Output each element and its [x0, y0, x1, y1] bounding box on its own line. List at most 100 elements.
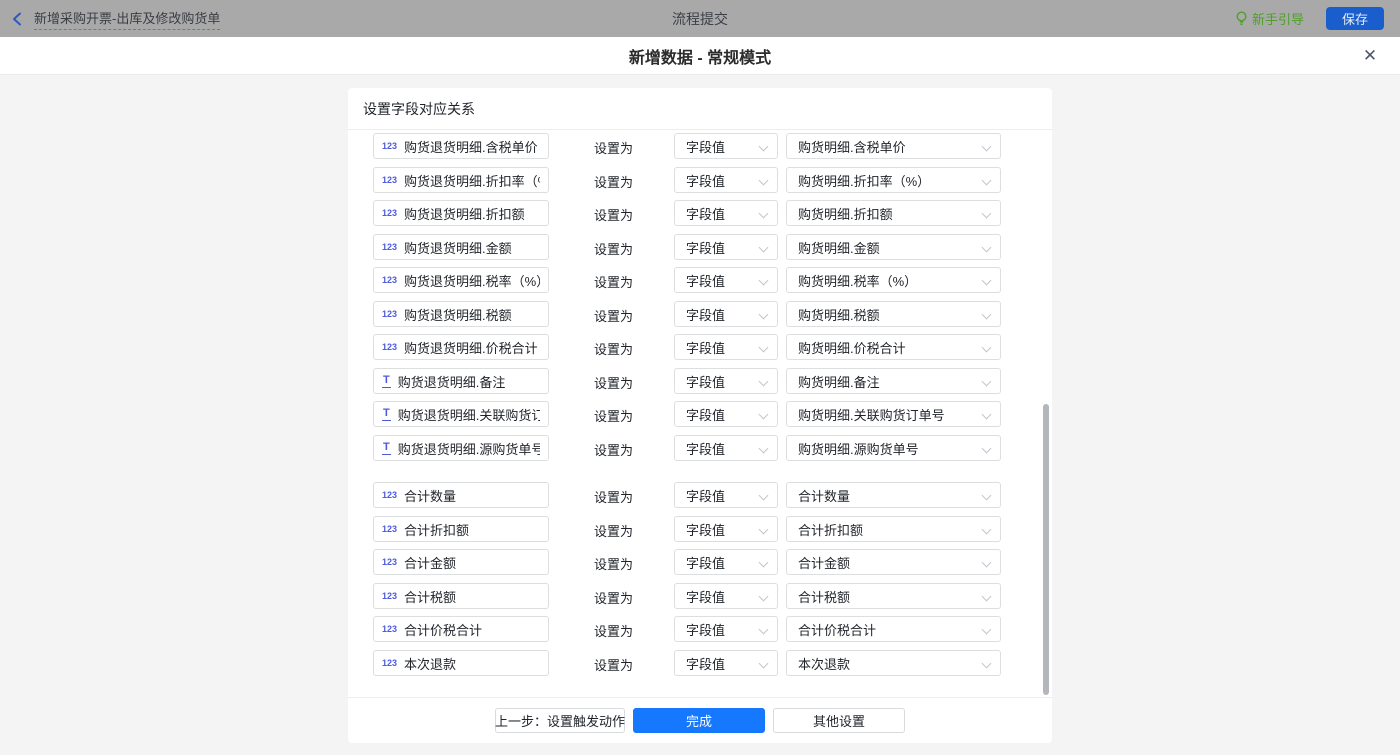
target-field-select[interactable]: 购货明细.金额 [786, 234, 1001, 260]
chevron-down-icon [982, 659, 992, 669]
target-field-selected: 合计价税合计 [798, 620, 876, 639]
value-type-select[interactable]: 字段值 [674, 583, 778, 609]
number-field-icon: 123 [382, 275, 397, 285]
target-field-select[interactable]: 购货明细.价税合计 [786, 334, 1001, 360]
target-field-selected: 购货明细.含税单价 [798, 137, 906, 156]
set-as-label: 设置为 [594, 138, 633, 157]
target-field-select[interactable]: 本次退款 [786, 650, 1001, 676]
close-icon[interactable]: ✕ [1360, 46, 1380, 66]
chevron-down-icon [759, 659, 769, 669]
target-field-select[interactable]: 合计价税合计 [786, 616, 1001, 642]
value-type-select[interactable]: 字段值 [674, 334, 778, 360]
set-as-label: 设置为 [594, 588, 633, 607]
source-field-label: 购货退货明细.折扣额 [404, 204, 525, 223]
value-type-select[interactable]: 字段值 [674, 200, 778, 226]
set-as-label: 设置为 [594, 521, 633, 540]
target-field-select[interactable]: 购货明细.源购货单号 [786, 435, 1001, 461]
field-mapping-row: 123合计税额设置为字段值合计税额 [348, 583, 1052, 609]
target-field-selected: 购货明细.税额 [798, 305, 880, 324]
target-field-selected: 购货明细.税率（%） [798, 271, 917, 290]
source-field-box: 123购货退货明细.折扣率（%） [373, 167, 549, 193]
chevron-down-icon [759, 310, 769, 320]
other-settings-button[interactable]: 其他设置 [773, 708, 905, 733]
value-type-selected: 字段值 [686, 587, 725, 606]
chevron-down-icon [982, 410, 992, 420]
text-field-icon: T [382, 442, 391, 455]
value-type-select[interactable]: 字段值 [674, 234, 778, 260]
value-type-select[interactable]: 字段值 [674, 616, 778, 642]
chevron-down-icon [982, 592, 992, 602]
value-type-selected: 字段值 [686, 305, 725, 324]
prev-step-button[interactable]: 上一步：设置触发动作 [495, 708, 625, 733]
modal-body: 设置字段对应关系 123购货退货明细.含税单价设置为字段值购货明细.含税单价12… [0, 75, 1400, 755]
target-field-selected: 购货明细.源购货单号 [798, 439, 919, 458]
value-type-select[interactable]: 字段值 [674, 482, 778, 508]
value-type-selected: 字段值 [686, 338, 725, 357]
target-field-select[interactable]: 合计折扣额 [786, 516, 1001, 542]
chevron-down-icon [982, 142, 992, 152]
value-type-selected: 字段值 [686, 486, 725, 505]
field-mapping-row: T购货退货明细.备注设置为字段值购货明细.备注 [348, 368, 1052, 394]
value-type-select[interactable]: 字段值 [674, 650, 778, 676]
modal-title: 新增数据 - 常规模式 [629, 44, 771, 68]
value-type-selected: 字段值 [686, 204, 725, 223]
number-field-icon: 123 [382, 309, 397, 319]
set-as-label: 设置为 [594, 655, 633, 674]
value-type-select[interactable]: 字段值 [674, 368, 778, 394]
source-field-label: 合计金额 [404, 553, 456, 572]
text-field-icon: T [382, 408, 391, 421]
value-type-select[interactable]: 字段值 [674, 267, 778, 293]
chevron-left-icon [11, 12, 23, 26]
value-type-select[interactable]: 字段值 [674, 549, 778, 575]
source-field-box: 123合计数量 [373, 482, 549, 508]
target-field-select[interactable]: 合计税额 [786, 583, 1001, 609]
target-field-select[interactable]: 购货明细.备注 [786, 368, 1001, 394]
target-field-select[interactable]: 购货明细.折扣率（%） [786, 167, 1001, 193]
set-as-label: 设置为 [594, 306, 633, 325]
value-type-select[interactable]: 字段值 [674, 301, 778, 327]
workflow-title[interactable]: 新增采购开票-出库及修改购货单 [34, 8, 220, 30]
target-field-select[interactable]: 购货明细.折扣额 [786, 200, 1001, 226]
number-field-icon: 123 [382, 624, 397, 634]
source-field-label: 购货退货明细.备注 [398, 372, 506, 391]
chevron-down-icon [759, 209, 769, 219]
save-button[interactable]: 保存 [1326, 7, 1384, 30]
target-field-select[interactable]: 合计金额 [786, 549, 1001, 575]
target-field-selected: 购货明细.折扣额 [798, 204, 893, 223]
field-mapping-list: 123购货退货明细.含税单价设置为字段值购货明细.含税单价123购货退货明细.折… [348, 131, 1052, 697]
value-type-selected: 字段值 [686, 171, 725, 190]
chevron-down-icon [759, 243, 769, 253]
chevron-down-icon [759, 276, 769, 286]
target-field-select[interactable]: 购货明细.税额 [786, 301, 1001, 327]
chevron-down-icon [759, 343, 769, 353]
set-as-label: 设置为 [594, 440, 633, 459]
target-field-select[interactable]: 购货明细.关联购货订单号 [786, 401, 1001, 427]
target-field-select[interactable]: 购货明细.含税单价 [786, 133, 1001, 159]
target-field-select[interactable]: 合计数量 [786, 482, 1001, 508]
value-type-selected: 字段值 [686, 654, 725, 673]
value-type-select[interactable]: 字段值 [674, 167, 778, 193]
source-field-label: 合计价税合计 [404, 620, 482, 639]
chevron-down-icon [982, 176, 992, 186]
number-field-icon: 123 [382, 141, 397, 151]
source-field-box: 123购货退货明细.税率（%） [373, 267, 549, 293]
beginner-guide-button[interactable]: 新手引导 [1235, 9, 1304, 28]
target-field-select[interactable]: 购货明细.税率（%） [786, 267, 1001, 293]
value-type-select[interactable]: 字段值 [674, 516, 778, 542]
source-field-box: 123购货退货明细.折扣额 [373, 200, 549, 226]
scrollbar-thumb[interactable] [1043, 404, 1049, 695]
value-type-select[interactable]: 字段值 [674, 435, 778, 461]
chevron-down-icon [759, 592, 769, 602]
chevron-down-icon [759, 558, 769, 568]
value-type-selected: 字段值 [686, 553, 725, 572]
back-button[interactable] [0, 0, 34, 37]
value-type-select[interactable]: 字段值 [674, 133, 778, 159]
source-field-label: 购货退货明细.含税单价 [404, 137, 538, 156]
finish-button[interactable]: 完成 [633, 708, 765, 733]
chevron-down-icon [982, 525, 992, 535]
set-as-label: 设置为 [594, 373, 633, 392]
set-as-label: 设置为 [594, 172, 633, 191]
target-field-selected: 本次退款 [798, 654, 850, 673]
value-type-select[interactable]: 字段值 [674, 401, 778, 427]
chevron-down-icon [759, 491, 769, 501]
